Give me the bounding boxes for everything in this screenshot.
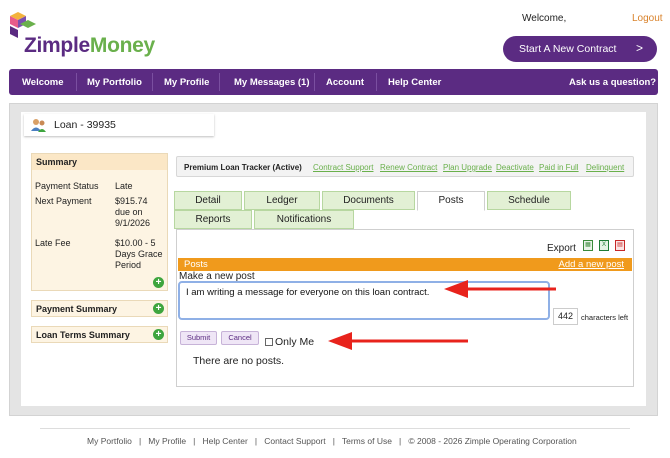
- tab-ledger[interactable]: Ledger: [244, 191, 320, 210]
- footer-divider: [40, 428, 630, 429]
- nav-divider: [76, 73, 77, 91]
- tab-detail[interactable]: Detail: [174, 191, 242, 210]
- summary-title: Summary: [32, 154, 167, 170]
- footer-link-help-center[interactable]: Help Center: [202, 436, 247, 446]
- payment-status-value: Late: [115, 181, 133, 191]
- tracker-link-paid-in-full[interactable]: Paid in Full: [539, 163, 579, 172]
- footer-link-my-portfolio[interactable]: My Portfolio: [87, 436, 132, 446]
- start-new-contract-button[interactable]: Start A New Contract >: [503, 36, 657, 62]
- nav-my-profile[interactable]: My Profile: [164, 77, 209, 88]
- csv-export-icon[interactable]: ▦: [583, 240, 593, 251]
- posts-bar-title: Posts: [184, 259, 208, 270]
- loan-terms-summary-panel[interactable]: Loan Terms Summary +: [31, 326, 168, 343]
- only-me-checkbox[interactable]: [265, 338, 273, 346]
- loan-title: Loan - 39935: [54, 119, 116, 131]
- payment-summary-label: Payment Summary: [36, 304, 118, 314]
- expand-plus-icon[interactable]: +: [153, 303, 164, 314]
- nav-divider: [152, 73, 153, 91]
- characters-left-count: 442: [553, 308, 578, 325]
- loan-tracker-bar: Premium Loan Tracker (Active) Contract S…: [176, 156, 634, 177]
- nav-my-messages[interactable]: My Messages (1): [234, 77, 310, 88]
- brand-name-first: Zimple: [24, 34, 90, 57]
- tracker-title: Premium Loan Tracker (Active): [184, 163, 302, 172]
- footer: My Portfolio | My Profile | Help Center …: [87, 436, 577, 446]
- nav-help-center[interactable]: Help Center: [388, 77, 441, 88]
- arrow-annotation-icon: [328, 332, 468, 350]
- footer-link-my-profile[interactable]: My Profile: [148, 436, 186, 446]
- chevron-right-icon: >: [635, 41, 643, 55]
- late-fee-value: $10.00 - 5 Days Grace Period: [115, 238, 163, 270]
- nav-my-portfolio[interactable]: My Portfolio: [87, 77, 142, 88]
- logout-link[interactable]: Logout: [632, 13, 663, 24]
- export-label: Export: [547, 243, 576, 254]
- expand-plus-icon[interactable]: +: [153, 277, 164, 288]
- tab-posts[interactable]: Posts: [417, 191, 485, 211]
- footer-copyright: © 2008 - 2026 Zimple Operating Corporati…: [408, 436, 577, 446]
- tracker-link-delinquent[interactable]: Delinquent: [586, 163, 624, 172]
- next-payment-label: Next Payment: [35, 196, 92, 206]
- footer-link-terms-of-use[interactable]: Terms of Use: [342, 436, 392, 446]
- no-posts-message: There are no posts.: [193, 355, 285, 367]
- payment-status-label: Payment Status: [35, 181, 99, 191]
- tracker-link-contract-support[interactable]: Contract Support: [313, 163, 373, 172]
- start-new-contract-label: Start A New Contract: [519, 43, 617, 55]
- add-new-post-link[interactable]: Add a new post: [559, 259, 625, 270]
- users-icon: [31, 119, 46, 132]
- submit-button[interactable]: Submit: [180, 331, 217, 345]
- tracker-link-deactivate[interactable]: Deactivate: [496, 163, 534, 172]
- loan-header: Loan - 39935: [24, 114, 214, 136]
- cancel-button[interactable]: Cancel: [221, 331, 259, 345]
- arrow-annotation-icon: [444, 280, 556, 298]
- nav-ask-question[interactable]: Ask us a question?: [569, 77, 656, 88]
- nav-divider: [376, 73, 377, 91]
- only-me-label: Only Me: [275, 336, 315, 348]
- next-payment-value: $915.74 due on 9/1/2026: [115, 196, 151, 228]
- brand-logo[interactable]: ZimpleMoney: [24, 34, 155, 58]
- nav-divider: [219, 73, 220, 91]
- late-fee-label: Late Fee: [35, 238, 71, 248]
- tab-notifications[interactable]: Notifications: [254, 210, 354, 229]
- loan-terms-summary-label: Loan Terms Summary: [36, 330, 130, 340]
- tab-reports[interactable]: Reports: [174, 210, 252, 229]
- tracker-link-renew-contract[interactable]: Renew Contract: [380, 163, 437, 172]
- payment-summary-panel[interactable]: Payment Summary +: [31, 300, 168, 317]
- summary-panel: Summary Payment Status Late Next Payment…: [31, 153, 168, 291]
- welcome-text: Welcome,: [522, 13, 567, 24]
- excel-export-icon[interactable]: X: [599, 240, 609, 251]
- tracker-link-plan-upgrade[interactable]: Plan Upgrade: [443, 163, 492, 172]
- main-nav: Welcome My Portfolio My Profile My Messa…: [9, 69, 658, 95]
- brand-name-second: Money: [89, 34, 155, 57]
- nav-account[interactable]: Account: [326, 77, 364, 88]
- nav-welcome[interactable]: Welcome: [22, 77, 64, 88]
- nav-divider: [314, 73, 315, 91]
- pdf-export-icon[interactable]: ▤: [615, 240, 625, 251]
- tab-documents[interactable]: Documents: [322, 191, 415, 210]
- expand-plus-icon[interactable]: +: [153, 329, 164, 340]
- footer-link-contact-support[interactable]: Contact Support: [264, 436, 325, 446]
- posts-header-bar: Posts Add a new post: [178, 258, 632, 271]
- tab-schedule[interactable]: Schedule: [487, 191, 571, 210]
- characters-left-label: characters left: [581, 313, 629, 322]
